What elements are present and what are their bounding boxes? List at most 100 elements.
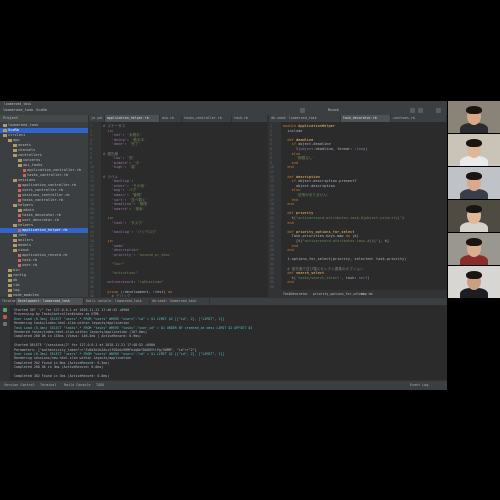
breadcrumb-class[interactable]: TaskDecorator <box>283 292 308 296</box>
tree-item-label: concerns <box>23 158 41 162</box>
person-hair <box>466 271 482 279</box>
search-icon[interactable] <box>436 108 441 113</box>
folder-icon <box>8 278 12 282</box>
left-line-number: 22 <box>90 220 94 225</box>
rerun-icon[interactable] <box>3 308 7 312</box>
debug-icon[interactable] <box>410 108 415 113</box>
tree-item-label: admin <box>23 208 34 212</box>
toolbar-scorb[interactable]: ScoRb <box>36 108 47 112</box>
left-line-number: 34 <box>90 275 94 280</box>
left-line-number: 23 <box>90 225 94 230</box>
breadcrumb-method[interactable]: priority_options_for_select <box>313 292 365 296</box>
right-code-editor[interactable]: 1 module ApplicationHelper 2 include 3 4 def… <box>269 122 447 290</box>
right-editor-tabs: db.seed: loomeroed_task task_decorator.r… <box>269 115 447 122</box>
stop-icon[interactable] <box>418 108 423 113</box>
status-version-control[interactable]: Version Control <box>4 383 35 387</box>
folder-icon <box>13 153 17 157</box>
tab-ask-rb[interactable]: ask.rb <box>160 115 182 122</box>
terminal-line: Rendering sessions/new.html.slim within … <box>14 356 132 361</box>
run-icon[interactable] <box>300 108 305 113</box>
tab-application-helper[interactable]: application_helper.rb <box>105 115 160 122</box>
scroll-end-icon[interactable] <box>3 322 7 326</box>
tree-item-label: tasks_controller.rb <box>22 198 64 202</box>
tab-db-seed[interactable]: db.seed: loomeroed_task <box>269 115 341 122</box>
status-event-log[interactable]: Event Log <box>410 383 428 387</box>
video-tile-participant-5[interactable] <box>448 233 500 265</box>
left-code-editor[interactable]: 1 # ステータス 2 ja: 3 'not': '未着手' 4 'doing': '着… <box>89 122 268 297</box>
project-panel: Project loomeroed_task ScoRb circleci app as… <box>0 115 89 297</box>
ruby-file-icon <box>18 198 21 202</box>
folder-icon <box>13 143 17 147</box>
right-line-number: 13 <box>270 179 274 184</box>
tab-db-seed-run[interactable]: db:seed: loomeroed_task <box>150 298 210 305</box>
tab-ja-yml[interactable]: ja.yml <box>89 115 105 122</box>
status-rails-console[interactable]: Rails Console <box>64 383 91 387</box>
right-code-line: end <box>283 202 294 207</box>
right-line-number: 26 <box>270 239 274 243</box>
left-line-number: 19 <box>90 206 94 211</box>
tab-task-rb[interactable]: task.rb <box>232 115 268 122</box>
video-tile-participant-6[interactable] <box>448 266 500 298</box>
tree-item-label: models <box>18 243 31 247</box>
project-panel-header[interactable]: Project <box>0 115 88 122</box>
right-line-number: 20 <box>270 211 274 216</box>
left-line-number: 2 <box>90 128 92 133</box>
ruby-file-icon <box>18 253 21 257</box>
left-line-number: 33 <box>90 271 94 276</box>
tree-item-label: tasks_decorator.rb <box>22 213 61 217</box>
status-terminal[interactable]: Terminal <box>40 383 56 387</box>
video-tile-participant-4[interactable] <box>448 200 500 232</box>
video-tile-participant-3[interactable] <box>448 167 500 199</box>
toolbar-project[interactable]: loomeroed_task <box>3 108 33 112</box>
tree-item-label: ScoRb <box>8 128 19 132</box>
folder-icon <box>8 283 12 287</box>
breadcrumb-block[interactable]: map do <box>361 292 373 296</box>
left-line-number: 17 <box>90 197 94 202</box>
run-config[interactable]: Mcook <box>328 108 339 112</box>
tab-confcoes[interactable]: confcoes.rb <box>391 115 447 122</box>
stop-server-icon[interactable] <box>3 315 7 319</box>
folder-icon <box>13 233 17 237</box>
right-code-line: t('tasks/search_select', task: self) <box>283 275 370 280</box>
left-line-number: 29 <box>90 252 94 257</box>
tree-item-label: views <box>18 248 29 252</box>
right-code-line: end <box>283 248 294 253</box>
tree-item-label: channels <box>18 148 36 152</box>
left-line-number: 3 <box>90 133 92 138</box>
person-hair <box>466 172 482 180</box>
video-tile-participant-1[interactable] <box>448 101 500 133</box>
tree-item-label: application_controller.rb <box>22 183 77 187</box>
person-hair <box>466 238 482 246</box>
ruby-file-icon <box>18 228 21 232</box>
terminal-line: Completed 302 Found in 6ms (ActiveRecord… <box>14 360 110 365</box>
tree-item-label: user_decorator.rb <box>22 218 59 222</box>
left-line-number: 18 <box>90 202 94 207</box>
tab-development-server[interactable]: Development: loomeroed_task <box>16 298 84 305</box>
status-todo[interactable]: TODO <box>96 383 104 387</box>
left-code-line: 'high': '高' <box>103 165 137 170</box>
tab-task-decorator[interactable]: task_decorator.rb <box>341 115 391 122</box>
left-code-line: "activities" <box>103 271 138 276</box>
left-line-number: 16 <box>90 193 94 197</box>
tree-item-label: log <box>13 288 20 292</box>
ruby-file-icon <box>23 173 26 177</box>
terminal-toolbar <box>0 305 10 380</box>
tab-terminal[interactable]: Terminal <box>0 298 17 305</box>
tab-rails-console[interactable]: Rails console: loomeroed_task <box>84 298 150 305</box>
left-line-number: 11 <box>90 170 94 174</box>
terminal-line: Completed 302 Found in 3ms (ActiveRecord… <box>14 374 110 378</box>
folder-icon <box>3 128 7 132</box>
terminal-line: Rendering tasks/index.html.slim within l… <box>14 321 130 326</box>
right-line-number: 21 <box>270 216 274 220</box>
video-tile-participant-2[interactable] <box>448 134 500 166</box>
right-code-line: t("activerecord.attributes.task.#{object… <box>283 216 405 220</box>
left-line-number: 1 <box>90 124 92 128</box>
left-line-number: 7 <box>90 151 92 156</box>
right-line-number: 15 <box>270 188 274 193</box>
right-line-number: 5 <box>270 142 272 147</box>
terminal-output[interactable]: Started GET "/" for 127.0.0.1 at 2018-11… <box>0 305 447 380</box>
left-line-number: 12 <box>90 174 94 179</box>
tab-tasks-controller[interactable]: tasks_controller.rb <box>182 115 232 122</box>
left-code-line: 'priority': 'ascend_or_desc' <box>103 252 173 257</box>
terminal-line: Completed 200 OK in 155ms (Views: 146.5m… <box>14 334 142 339</box>
